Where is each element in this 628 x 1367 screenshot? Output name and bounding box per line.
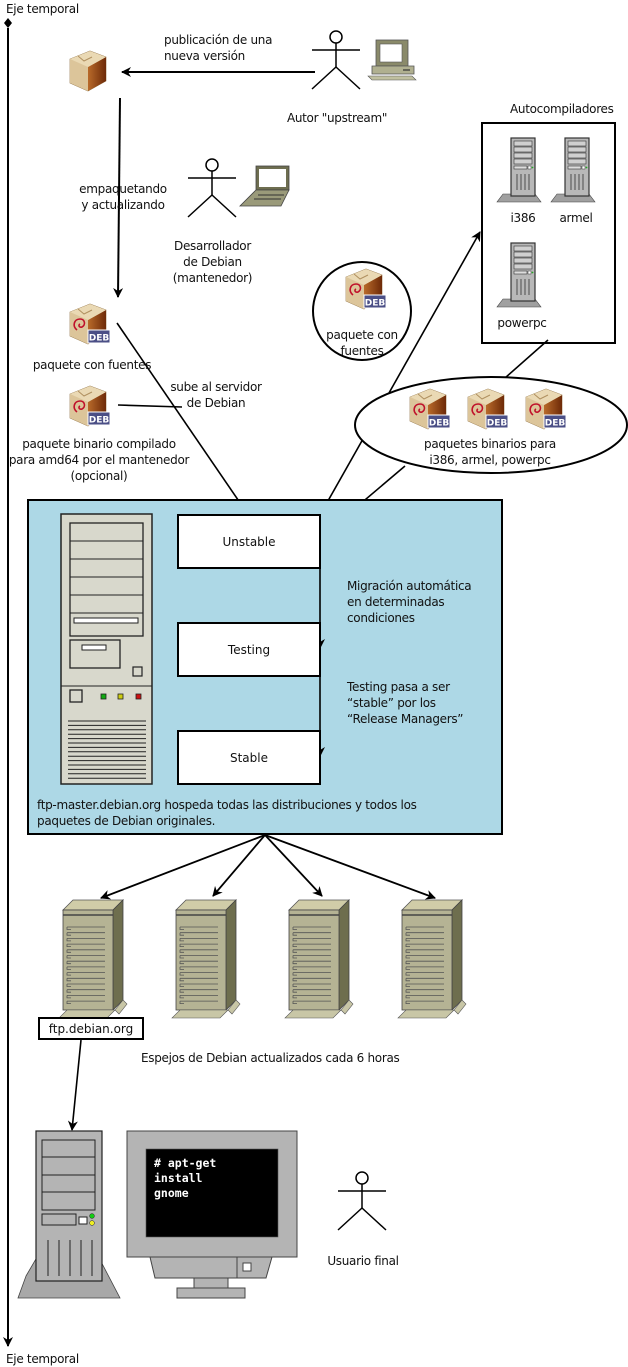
upstream-author-label: Autor "upstream" xyxy=(286,111,388,125)
laptop-icon xyxy=(239,165,290,207)
binary-powerpc-deb-icon xyxy=(526,389,566,429)
publish-label: publicación de una nueva versión xyxy=(164,32,272,64)
timeline-axis xyxy=(3,18,13,1347)
timeline-start-diamond xyxy=(4,18,12,28)
binary-packages-label: paquetes binarios para i386, armel, powe… xyxy=(400,436,580,468)
autobuilders-title: Autocompiladores xyxy=(510,102,614,116)
mirror-sync-arrow xyxy=(264,834,436,900)
distribution-stable[interactable]: Stable xyxy=(177,730,321,785)
binary-package-label-line1: paquete binario compilado xyxy=(22,437,176,451)
autobuilder-armel-label: armel xyxy=(559,211,593,225)
migration-label: Migración automática en determinadas con… xyxy=(347,578,472,626)
mirrors-caption: Espejos de Debian actualizados cada 6 ho… xyxy=(141,1051,400,1065)
maintainer-label-line1: Desarrollador xyxy=(174,239,251,253)
mirror-server-icon xyxy=(58,899,128,1019)
upload-label: sube al servidor de Debian xyxy=(166,379,266,411)
circle-source-label: paquete con fuentes xyxy=(318,327,406,359)
autobuilder-powerpc-label: powerpc xyxy=(497,316,547,330)
binary-package-deb-icon xyxy=(70,386,110,426)
distribution-unstable[interactable]: Unstable xyxy=(177,514,321,569)
maintainer-label-line2: de Debian xyxy=(183,255,242,269)
timeline-bottom-label: Eje temporal xyxy=(6,1352,79,1366)
ftp-master-caption-line1: ftp-master.debian.org hospeda todas las … xyxy=(37,798,417,812)
publish-label-line2: nueva versión xyxy=(164,49,245,63)
timeline-top-label: Eje temporal xyxy=(6,2,79,16)
terminal-screen: # apt-get install gnome xyxy=(146,1150,278,1236)
packaging-label-line1: empaquetando xyxy=(79,182,167,196)
ftp-debian-org-label[interactable]: ftp.debian.org xyxy=(38,1017,144,1040)
autobuilders-box xyxy=(481,122,616,344)
source-package-deb-icon xyxy=(70,304,110,344)
publish-label-line1: publicación de una xyxy=(164,33,273,47)
mirror-sync-arrows xyxy=(100,834,436,900)
source-package-label: paquete con fuentes xyxy=(32,358,152,372)
binary-i386-deb-icon xyxy=(410,389,450,429)
release-label-line2: “stable” por los xyxy=(347,696,436,710)
mirror-server-icon xyxy=(284,899,354,1019)
binary-package-label-line2: para amd64 por el mantenedor xyxy=(8,453,190,467)
circle-source-label-line1: paquete con xyxy=(326,328,398,342)
end-user-pc-tower-icon xyxy=(17,1130,121,1299)
mirror-server-icon xyxy=(171,899,241,1019)
end-user-label: Usuario final xyxy=(327,1254,399,1268)
maintainer-figure-icon xyxy=(187,158,237,218)
binary-package-label: paquete binario compilado para amd64 por… xyxy=(8,436,190,484)
migration-label-line2: en determinadas xyxy=(347,595,445,609)
release-label-line1: Testing pasa a ser xyxy=(347,680,450,694)
packaging-label: empaquetando y actualizando xyxy=(68,181,178,213)
release-label-line3: “Release Managers” xyxy=(347,712,464,726)
circle-source-deb-icon xyxy=(346,269,386,309)
binary-package-label-line3: (opcional) xyxy=(70,469,128,483)
mirror-server-icon xyxy=(397,899,467,1019)
autobuilder-i386-label: i386 xyxy=(510,211,536,225)
distribution-testing[interactable]: Testing xyxy=(177,622,321,677)
download-arrow xyxy=(67,1039,82,1131)
mirror-servers xyxy=(58,899,467,1019)
maintainer-label: Desarrollador de Debian (mantenedor) xyxy=(155,238,270,286)
maintainer-label-line3: (mantenedor) xyxy=(172,271,253,285)
upload-label-line2: de Debian xyxy=(186,396,246,410)
terminal-command-line2: gnome xyxy=(154,1186,189,1200)
binary-armel-deb-icon xyxy=(468,389,508,429)
end-user-figure-icon xyxy=(337,1171,387,1231)
desktop-computer-icon xyxy=(367,39,417,81)
ftp-master-caption: ftp-master.debian.org hospeda todas las … xyxy=(37,797,417,829)
upstream-author-figure-icon xyxy=(311,30,361,90)
packaging-label-line2: y actualizando xyxy=(81,198,165,212)
binary-packages-label-line2: i386, armel, powerpc xyxy=(429,453,551,467)
autobuilders-to-binaries-connector xyxy=(504,339,549,379)
ftp-master-caption-line2: paquetes de Debian originales. xyxy=(37,814,216,828)
mirror-sync-arrow xyxy=(264,834,323,897)
terminal-command-line1: # apt-get install xyxy=(154,1156,217,1185)
upstream-source-box-icon xyxy=(69,50,107,92)
upload-label-line1: sube al servidor xyxy=(170,380,262,394)
migration-label-line3: condiciones xyxy=(347,611,415,625)
binary-packages-label-line1: paquetes binarios para xyxy=(424,437,556,451)
release-label: Testing pasa a ser “stable” por los “Rel… xyxy=(347,679,464,727)
mirror-sync-arrow xyxy=(100,834,266,900)
upload-arrow xyxy=(116,322,248,514)
circle-source-label-line2: fuentes xyxy=(340,344,384,358)
migration-label-line1: Migración automática xyxy=(347,579,472,593)
